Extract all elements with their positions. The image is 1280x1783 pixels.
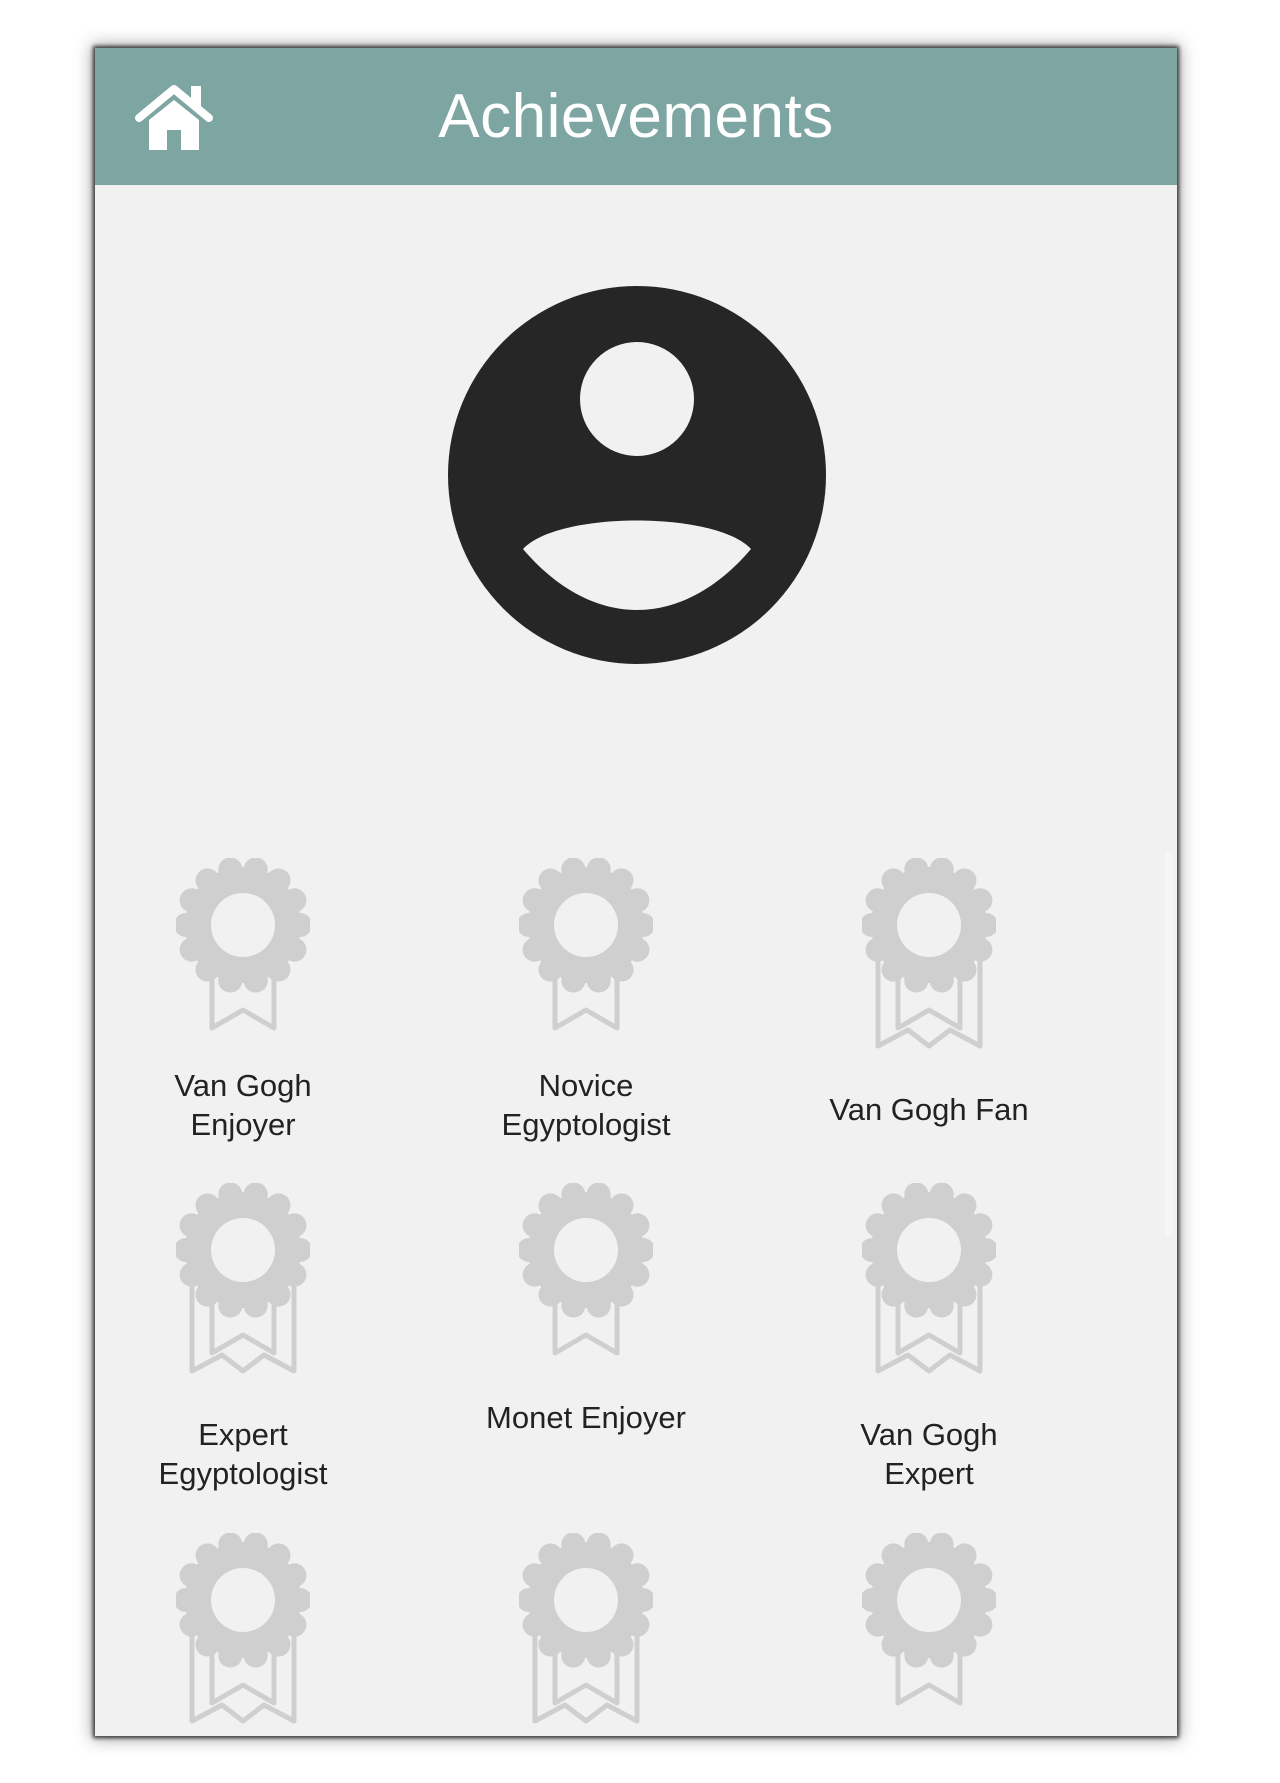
achievement-badge (862, 858, 996, 1063)
achievement-label: Van Gogh Enjoyer (98, 1066, 388, 1144)
achievement-badge (519, 858, 653, 1063)
app-screen: Achievements Van Gogh Enjoyer Novice Egypto… (95, 48, 1177, 1736)
achievement-label-line1: Van Gogh Fan (829, 1092, 1029, 1127)
achievement-label-line1: Van Gogh (860, 1417, 998, 1452)
award-medal-double-ribbon-icon (176, 1183, 310, 1374)
achievement-label: Novice Egyptologist (441, 1066, 731, 1144)
award-medal-icon (862, 1533, 996, 1706)
award-medal-double-ribbon-icon (862, 858, 996, 1049)
achievement-badge (519, 1533, 653, 1736)
achievement-label: Van Gogh Expert (784, 1415, 1074, 1493)
achievement-badge (519, 1183, 653, 1388)
achievement-badge (176, 1533, 310, 1736)
achievement-label-line1: Van Gogh (174, 1068, 312, 1103)
achievement-badge (862, 1183, 996, 1388)
achievement-label-line2: Enjoyer (190, 1107, 296, 1142)
achievement-label: Expert Egyptologist (98, 1415, 388, 1493)
achievement-label-line1: Novice (538, 1068, 634, 1103)
profile-avatar[interactable] (448, 286, 826, 664)
achievement-label-line2: Egyptologist (158, 1456, 328, 1491)
achievement-badge (862, 1533, 996, 1736)
award-medal-double-ribbon-icon (862, 1183, 996, 1374)
account-circle-icon (448, 286, 826, 664)
award-medal-icon (176, 858, 310, 1031)
achievement-label-line1: Expert (198, 1417, 288, 1452)
award-medal-icon (519, 858, 653, 1031)
achievement-label: Van Gogh Fan (784, 1090, 1074, 1129)
achievement-label-line1: Monet Enjoyer (486, 1400, 686, 1435)
page-title: Achievements (438, 82, 834, 151)
award-medal-double-ribbon-icon (176, 1533, 310, 1724)
achievement-label-line2: Egyptologist (501, 1107, 671, 1142)
achievement-badge (176, 1183, 310, 1388)
top-app-bar: Achievements (95, 48, 1177, 185)
achievement-badge (176, 858, 310, 1063)
achievement-label: Monet Enjoyer (441, 1398, 731, 1437)
scrollbar[interactable] (1165, 851, 1173, 1237)
achievement-label-line2: Expert (884, 1456, 974, 1491)
award-medal-icon (519, 1183, 653, 1356)
award-medal-double-ribbon-icon (519, 1533, 653, 1724)
